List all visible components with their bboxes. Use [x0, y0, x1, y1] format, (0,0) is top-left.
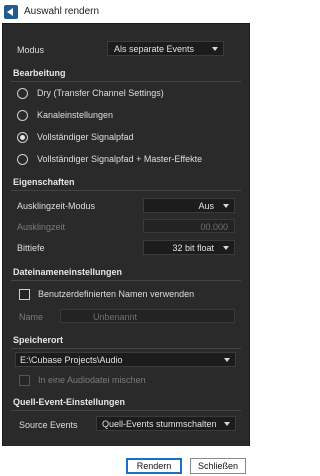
radio-kanaleinstellungen-label: Kanaleinstellungen [37, 110, 114, 120]
bittiefe-value: 32 bit float [172, 243, 214, 253]
bittiefe-dropdown[interactable]: 32 bit float [143, 240, 235, 255]
close-button[interactable]: Schließen [190, 458, 246, 474]
radio-vollstaendiger-signalpfad[interactable] [17, 132, 28, 143]
chevron-down-icon [224, 358, 230, 362]
title-bar: Auswahl rendern [0, 0, 250, 23]
radio-dry-label: Dry (Transfer Channel Settings) [37, 88, 164, 98]
divider [11, 81, 241, 82]
speicherort-path: E:\Cubase Projects\Audio [20, 355, 123, 365]
ausklingzeit-modus-dropdown[interactable]: Aus [143, 198, 235, 213]
name-placeholder: Unbenannt [93, 312, 138, 322]
ausklingzeit-modus-value: Aus [198, 201, 214, 211]
section-eigenschaften: Eigenschaften [13, 177, 75, 187]
ausklingzeit-value: 00.000 [200, 222, 228, 232]
source-events-dropdown[interactable]: Quell-Events stummschalten [96, 416, 236, 431]
window-title: Auswahl rendern [24, 6, 100, 17]
divider [11, 190, 241, 191]
cubase-app-icon [4, 4, 18, 19]
divider [11, 410, 241, 411]
divider [11, 280, 241, 281]
modus-dropdown[interactable]: Als separate Events [107, 41, 224, 56]
ausklingzeit-field: 00.000 [143, 219, 235, 233]
source-events-value: Quell-Events stummschalten [102, 419, 217, 429]
render-button[interactable]: Rendern [126, 458, 182, 474]
render-dialog: Modus Als separate Events Bearbeitung Dr… [2, 23, 250, 448]
section-quell-event: Quell-Event-Einstellungen [13, 397, 126, 407]
section-speicherort: Speicherort [13, 335, 64, 345]
chevron-down-icon [223, 204, 229, 208]
section-bearbeitung: Bearbeitung [13, 68, 66, 78]
custom-name-checkbox[interactable] [19, 289, 30, 300]
radio-signalpfad-master-label: Vollständiger Signalpfad + Master-Effekt… [37, 154, 203, 164]
mix-audiofile-checkbox [19, 375, 30, 386]
modus-label: Modus [17, 45, 45, 55]
radio-kanaleinstellungen[interactable] [17, 110, 28, 121]
ausklingzeit-modus-label: Ausklingzeit-Modus [17, 201, 96, 211]
chevron-down-icon [223, 246, 229, 250]
divider [11, 348, 241, 349]
mix-audiofile-label: In eine Audiodatei mischen [38, 375, 146, 385]
radio-vollstaendiger-signalpfad-label: Vollständiger Signalpfad [37, 132, 134, 142]
ausklingzeit-label: Ausklingzeit [17, 222, 66, 232]
modus-value: Als separate Events [114, 44, 195, 54]
name-input: Unbenannt [60, 309, 235, 323]
custom-name-label: Benutzerdefinierten Namen verwenden [38, 289, 195, 299]
chevron-down-icon [224, 422, 230, 426]
radio-dry[interactable] [17, 88, 28, 99]
dialog-footer: Rendern Schließen [0, 446, 250, 476]
radio-signalpfad-master[interactable] [17, 154, 28, 165]
bittiefe-label: Bittiefe [17, 243, 45, 253]
name-label: Name [19, 312, 44, 322]
chevron-down-icon [212, 47, 218, 51]
source-events-label: Source Events [19, 420, 78, 430]
speicherort-path-dropdown[interactable]: E:\Cubase Projects\Audio [15, 352, 236, 367]
section-dateinamen: Dateinameneinstellungen [13, 267, 123, 277]
